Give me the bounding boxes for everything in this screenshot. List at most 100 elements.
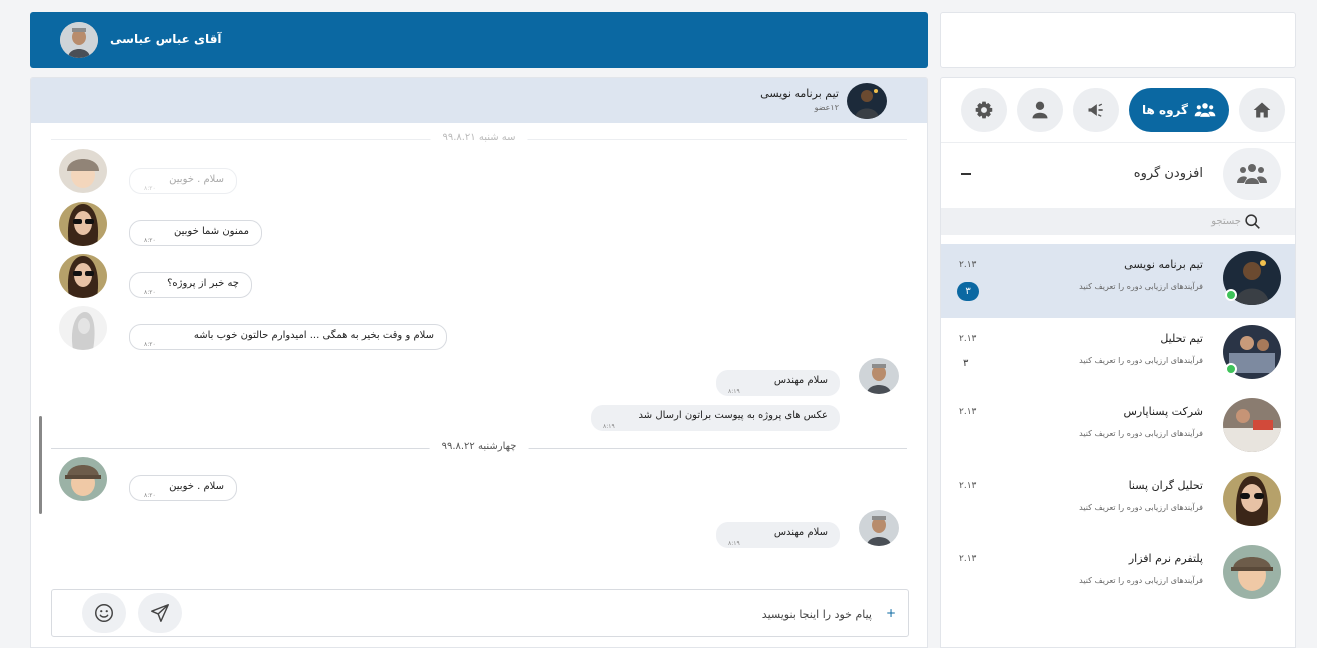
message-time: ۸:۱۹ [728,540,740,547]
message-time: ۸:۲۰ [144,185,156,192]
day-separator: چهارشنبه ۹۹.۸.۲۲ [51,441,907,455]
group-subtitle: فرآیندهای ارزیابی دوره را تعریف کنید [1079,282,1203,291]
message-bubble: سلام مهندس ۸:۱۹ [716,370,840,396]
message-bubble: عکس های پروژه به پیوست براتون ارسال شد ۸… [591,405,840,431]
message-bubble: ممنون شما خوبین ۸:۲۰ [129,220,262,246]
message-text: عکس های پروژه به پیوست براتون ارسال شد [638,410,828,421]
group-date: ۲.۱۳ [959,480,977,491]
sender-avatar[interactable] [59,149,107,193]
nav-home-button[interactable] [1239,88,1285,132]
group-name: تیم برنامه نویسی [1124,258,1203,271]
message-time: ۸:۲۰ [144,492,156,499]
sender-avatar[interactable] [59,306,107,350]
attach-plus-icon[interactable]: + [886,606,896,620]
megaphone-icon [1088,103,1103,117]
send-button[interactable] [138,593,182,633]
groups-icon [1237,164,1267,184]
search-input[interactable] [951,211,1241,232]
sidebar: گروه ها افزودن گروه تیم برنامه نویسی فرآ [940,77,1296,648]
collapse-button[interactable] [961,168,973,180]
group-subtitle: فرآیندهای ارزیابی دوره را تعریف کنید [1079,576,1203,585]
group-avatar [1223,398,1281,452]
sender-avatar[interactable] [859,358,899,394]
user-avatar[interactable] [60,22,98,58]
online-indicator [1225,362,1237,375]
message-time: ۸:۲۰ [144,289,156,296]
message-text: سلام مهندس [773,375,828,386]
day-separator: سه شنبه ۹۹.۸.۲۱ [51,132,907,146]
group-date: ۲.۱۳ [959,554,977,564]
group-item[interactable]: شرکت پسناپارس فرآیندهای ارزیابی دوره را … [941,391,1295,465]
message-bubble: چه خبر از پروژه؟ ۸:۲۰ [129,272,252,298]
group-name: شرکت پسناپارس [1123,405,1203,418]
group-name: تحلیل گران پسنا [1128,478,1203,492]
sender-avatar[interactable] [59,457,107,501]
group-item[interactable]: تیم تحلیل فرآیندهای ارزیابی دوره را تعری… [941,318,1295,392]
message-bubble: سلام . خوبین ۸:۲۰ [129,475,237,501]
user-header: آقای عباس عباسی [30,12,928,68]
message-text: سلام و وقت بخیر به همگی ... امیدوارم حال… [193,330,434,341]
message-composer: + [51,589,909,637]
chat-group-name: تیم برنامه نویسی [760,87,839,100]
sender-avatar[interactable] [59,202,107,246]
add-group-button[interactable] [1223,148,1281,200]
search-bar [941,208,1295,235]
online-indicator [1225,289,1237,301]
chat-group-avatar[interactable] [847,83,887,119]
chat-scrollbar[interactable] [39,416,42,514]
group-avatar [1223,545,1281,599]
group-item[interactable]: تحلیل گران پسنا فرآیندهای ارزیابی دوره ر… [941,465,1295,539]
group-subtitle: فرآیندهای ارزیابی دوره را تعریف کنید [1079,502,1203,512]
unread-badge: ۳ [957,282,979,301]
message-text: سلام . خوبین [169,174,224,185]
message-text: سلام مهندس [773,527,828,538]
group-subtitle: فرآیندهای ارزیابی دوره را تعریف کنید [1079,429,1203,438]
message-time: ۸:۲۰ [144,341,156,348]
message-text: سلام . خوبین [169,481,224,492]
group-date: ۲.۱۳ [959,260,977,270]
user-icon [1032,101,1048,119]
day-label: چهارشنبه ۹۹.۸.۲۲ [429,441,529,452]
group-item[interactable]: پلتفرم نرم افزار فرآیندهای ارزیابی دوره … [941,538,1295,612]
home-icon [1253,102,1271,118]
nav-groups-label: گروه ها [1142,103,1188,117]
group-date: ۲.۱۳ [959,333,977,344]
sender-avatar[interactable] [859,510,899,546]
emoji-button[interactable] [82,593,126,633]
message-bubble: سلام و وقت بخیر به همگی ... امیدوارم حال… [129,324,447,350]
nav-bar: گروه ها [941,78,1295,143]
message-bubble: سلام . خوبین ۸:۲۰ [129,168,237,194]
nav-announcements-button[interactable] [1073,88,1119,132]
nav-profile-button[interactable] [1017,88,1063,132]
chat-panel: تیم برنامه نویسی ۱۲عضو سه شنبه ۹۹.۸.۲۱ س… [30,77,928,648]
group-date: ۲.۱۳ [959,407,977,417]
message-input[interactable] [212,602,872,626]
group-item[interactable]: تیم برنامه نویسی فرآیندهای ارزیابی دوره … [941,244,1295,318]
chat-header: تیم برنامه نویسی ۱۲عضو [31,78,927,123]
top-box [940,12,1296,68]
group-subtitle: فرآیندهای ارزیابی دوره را تعریف کنید [1079,355,1203,365]
message-text: ممنون شما خوبین [174,226,249,237]
message-time: ۸:۲۰ [144,237,156,244]
nav-groups-button[interactable]: گروه ها [1129,88,1229,132]
add-group-label: افزودن گروه [1133,166,1203,181]
day-label: سه شنبه ۹۹.۸.۲۱ [430,132,528,143]
message-bubble: سلام مهندس ۸:۱۹ [716,522,840,548]
message-time: ۸:۱۹ [603,423,615,430]
group-list: تیم برنامه نویسی فرآیندهای ارزیابی دوره … [941,244,1295,612]
emoji-icon [95,604,113,622]
message-count: ۳ [963,357,969,369]
group-avatar [1223,471,1281,526]
gear-icon [975,101,993,119]
search-icon[interactable] [1244,213,1261,230]
chat-member-count: ۱۲عضو [814,103,839,112]
sender-avatar[interactable] [59,254,107,298]
nav-settings-button[interactable] [961,88,1007,132]
message-text: چه خبر از پروژه؟ [167,278,239,289]
group-name: پلتفرم نرم افزار [1128,552,1203,565]
message-time: ۸:۱۹ [728,388,740,395]
group-name: تیم تحلیل [1160,331,1203,345]
send-icon [151,604,169,622]
add-group-row[interactable]: افزودن گروه [941,146,1295,208]
user-name: آقای عباس عباسی [110,32,222,46]
